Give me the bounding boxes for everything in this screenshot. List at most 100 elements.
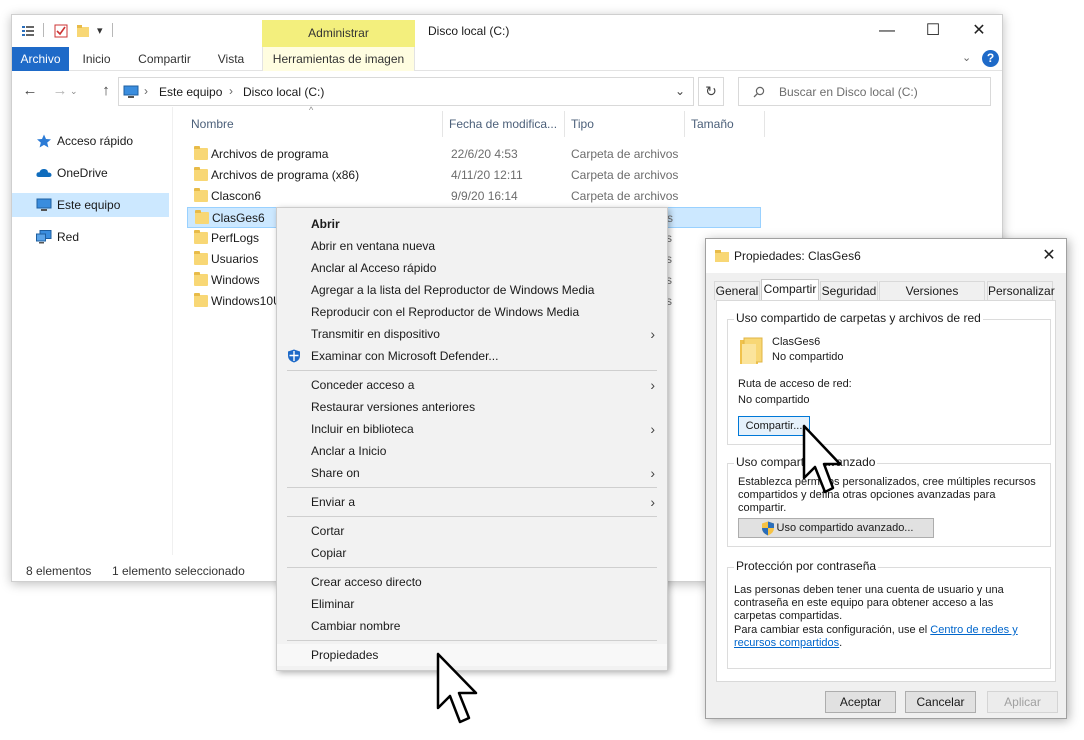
column-header-nombre[interactable]: Nombre	[187, 111, 443, 137]
tab-personalizar[interactable]: Personalizar	[987, 281, 1055, 300]
cancel-button[interactable]: Cancelar	[905, 691, 976, 713]
menu-item-label: Incluir en biblioteca	[311, 422, 414, 436]
column-header-tipo[interactable]: Tipo	[567, 111, 685, 137]
sharing-panel: Uso compartido de carpetas y archivos de…	[716, 300, 1056, 682]
menu-item-transmitir[interactable]: Transmitir en dispositivo ›	[277, 323, 667, 345]
menu-item-reproducir-wmp[interactable]: Reproducir con el Reproductor de Windows…	[277, 301, 667, 323]
help-icon[interactable]: ?	[982, 50, 999, 67]
menu-item-label: Share on	[311, 466, 360, 480]
search-placeholder: Buscar en Disco local (C:)	[779, 85, 918, 99]
table-row[interactable]: Clascon6 9/9/20 16:14 Carpeta de archivos	[187, 186, 761, 207]
column-header-fecha[interactable]: Fecha de modifica...	[445, 111, 565, 137]
back-button[interactable]: ←	[20, 81, 40, 101]
tab-seguridad[interactable]: Seguridad	[820, 281, 878, 300]
tab-inicio[interactable]: Inicio	[74, 47, 119, 71]
context-tab-header: Administrar	[262, 20, 415, 47]
folder-icon	[194, 293, 208, 307]
tab-versiones-anteriores[interactable]: Versiones anteriores	[879, 281, 985, 316]
address-dropdown-icon[interactable]: ⌄	[675, 84, 685, 98]
sidebar-item-red[interactable]: Red	[12, 225, 169, 249]
column-header-tamano[interactable]: Tamaño	[687, 111, 765, 137]
breadcrumb-este-equipo[interactable]: Este equipo	[159, 85, 222, 99]
tab-herramientas-de-imagen[interactable]: Herramientas de imagen	[262, 47, 415, 71]
ok-button[interactable]: Aceptar	[825, 691, 896, 713]
tab-vista[interactable]: Vista	[210, 47, 252, 71]
menu-item-share-on[interactable]: Share on ›	[277, 462, 667, 484]
advanced-sharing-button[interactable]: Uso compartido avanzado...	[738, 518, 934, 538]
menu-item-anclar-acceso-rapido[interactable]: Anclar al Acceso rápido	[277, 257, 667, 279]
expand-ribbon-icon[interactable]: ⌄	[962, 51, 971, 64]
sidebar-item-label: Este equipo	[57, 198, 121, 212]
menu-separator	[287, 487, 657, 488]
share-button[interactable]: Compartir...	[738, 416, 810, 436]
file-name: Archivos de programa (x86)	[211, 168, 360, 182]
tab-general[interactable]: General	[714, 281, 760, 300]
search-input[interactable]: Buscar en Disco local (C:)	[738, 77, 991, 106]
sidebar-item-label: Acceso rápido	[57, 134, 134, 148]
menu-item-label: Transmitir en dispositivo	[311, 327, 440, 341]
menu-item-restaurar-versiones[interactable]: Restaurar versiones anteriores	[277, 396, 667, 418]
network-path-label: Ruta de acceso de red:	[738, 378, 852, 390]
maximize-button[interactable]: ☐	[910, 15, 956, 47]
apply-button[interactable]: Aplicar	[987, 691, 1058, 713]
breadcrumb-separator-icon: ›	[229, 84, 233, 98]
refresh-button[interactable]: ↻	[698, 77, 724, 106]
forward-button[interactable]: →	[50, 81, 70, 101]
table-row[interactable]: Archivos de programa (x86) 4/11/20 12:11 C…	[187, 165, 761, 186]
file-type: Carpeta de archivos	[571, 147, 679, 161]
menu-item-cortar[interactable]: Cortar	[277, 520, 667, 542]
menu-separator	[287, 370, 657, 371]
separator	[112, 23, 113, 37]
dialog-title: Propiedades: ClasGes6	[734, 249, 861, 263]
checkmark-icon[interactable]	[54, 24, 68, 38]
uac-shield-icon	[762, 521, 774, 536]
minimize-button[interactable]: —	[864, 15, 910, 47]
menu-item-crear-acceso-directo[interactable]: Crear acceso directo	[277, 571, 667, 593]
window-title: Disco local (C:)	[428, 24, 510, 38]
network-sharing-group: Uso compartido de carpetas y archivos de…	[727, 311, 1051, 445]
up-button[interactable]: ↑	[96, 81, 116, 101]
file-name: Windows	[211, 273, 260, 287]
defender-shield-icon	[288, 349, 300, 363]
sidebar-item-onedrive[interactable]: OneDrive	[12, 161, 169, 185]
share-state: No compartido	[772, 351, 844, 363]
mouse-pointer-icon	[436, 652, 478, 724]
menu-item-enviar-a[interactable]: Enviar a ›	[277, 491, 667, 513]
recent-locations-icon[interactable]: ⌄	[70, 86, 78, 97]
properties-icon[interactable]	[21, 24, 35, 38]
tab-compartir[interactable]: Compartir	[761, 279, 819, 301]
folder-icon	[715, 250, 729, 262]
advanced-sharing-label: Uso compartido avanzado...	[776, 522, 914, 534]
menu-item-incluir-biblioteca[interactable]: Incluir en biblioteca ›	[277, 418, 667, 440]
sidebar-item-este-equipo[interactable]: Este equipo	[12, 193, 169, 217]
file-name: PerfLogs	[211, 231, 260, 245]
menu-item-copiar[interactable]: Copiar	[277, 542, 667, 564]
menu-separator	[287, 516, 657, 517]
menu-item-abrir[interactable]: Abrir	[277, 213, 667, 235]
tab-compartir[interactable]: Compartir	[132, 47, 197, 71]
menu-item-conceder-acceso[interactable]: Conceder acceso a ›	[277, 374, 667, 396]
sidebar-item-acceso-rapido[interactable]: Acceso rápido	[12, 129, 169, 153]
menu-item-cambiar-nombre[interactable]: Cambiar nombre	[277, 615, 667, 637]
customize-dropdown-icon[interactable]: ▾	[97, 24, 103, 37]
dialog-close-button[interactable]: ✕	[1036, 243, 1062, 269]
folder-icon	[194, 230, 208, 244]
menu-item-anclar-inicio[interactable]: Anclar a Inicio	[277, 440, 667, 462]
network-icon	[36, 230, 52, 244]
search-icon	[753, 86, 765, 98]
menu-item-abrir-en-ventana-nueva[interactable]: Abrir en ventana nueva	[277, 235, 667, 257]
file-name: Archivos de programa	[211, 147, 329, 161]
new-folder-icon[interactable]	[76, 24, 90, 38]
table-row[interactable]: Archivos de programa 22/6/20 4:53 Carpeta …	[187, 144, 761, 165]
menu-item-examinar-defender[interactable]: Examinar con Microsoft Defender...	[277, 345, 667, 367]
column-headers: ^ Nombre Fecha de modifica... Tipo Tamañ…	[187, 105, 767, 137]
close-button[interactable]: ✕	[956, 15, 1002, 47]
ribbon-tabs: Archivo Inicio Compartir Vista Herramien…	[12, 47, 1002, 71]
tab-archivo[interactable]: Archivo	[12, 47, 69, 71]
menu-item-eliminar[interactable]: Eliminar	[277, 593, 667, 615]
menu-item-agregar-lista-wmp[interactable]: Agregar a la lista del Reproductor de Wi…	[277, 279, 667, 301]
address-bar[interactable]: › Este equipo › Disco local (C:) ⌄	[118, 77, 694, 106]
breadcrumb-disco-local[interactable]: Disco local (C:)	[243, 85, 324, 99]
computer-icon	[36, 198, 52, 211]
shared-folder-icon	[740, 337, 763, 364]
